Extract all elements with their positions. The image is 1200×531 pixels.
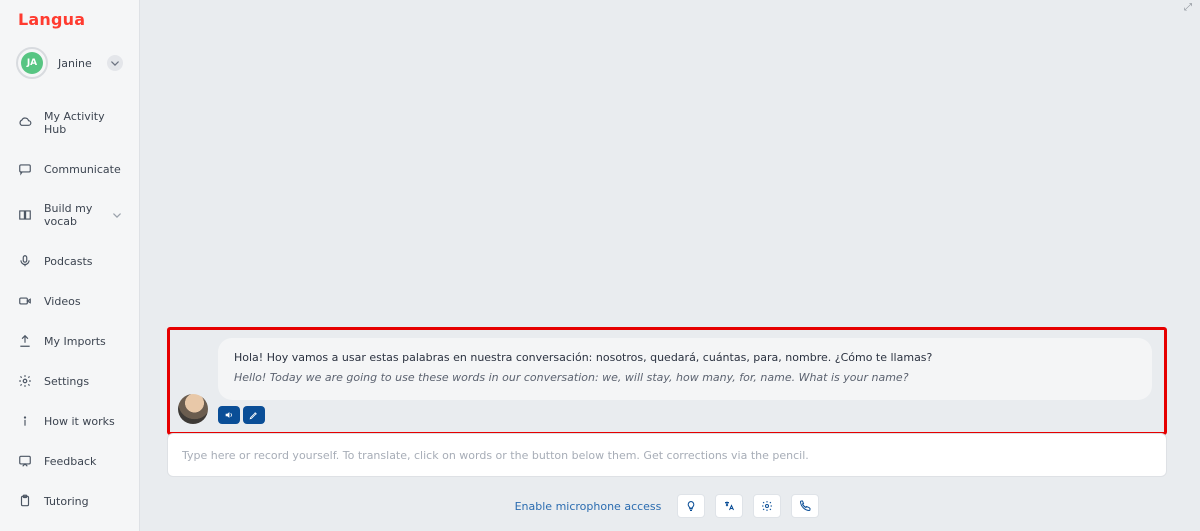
chevron-down-icon [111,61,119,66]
phone-icon [799,500,811,512]
sidebar-nav: My Activity Hub Communicate Build my voc… [0,97,139,521]
sidebar: Langua JA Janine My Activity Hub Communi… [0,0,140,531]
chevron-down-icon [113,213,121,218]
cloud-icon [18,116,32,130]
sidebar-item-communicate[interactable]: Communicate [0,149,139,189]
sidebar-item-label: My Imports [44,335,121,348]
composer-input[interactable] [180,434,1154,476]
avatar-initials: JA [21,52,43,74]
chat-area: Hola! Hoy vamos a usar estas palabras en… [167,327,1167,435]
feedback-icon [18,454,32,468]
correct-button[interactable] [243,406,265,424]
mic-icon [18,254,32,268]
upload-icon [18,334,32,348]
sidebar-item-label: How it works [44,415,121,428]
sidebar-item-label: Podcasts [44,255,121,268]
sidebar-item-label: My Activity Hub [44,110,121,136]
composer[interactable] [167,433,1167,477]
book-icon [18,208,32,222]
lightbulb-icon [685,500,697,512]
window-resize-handle[interactable]: ⤢ [1184,2,1192,13]
translate-icon [723,500,735,512]
profile-name: Janine [58,57,97,70]
sidebar-item-videos[interactable]: Videos [0,281,139,321]
gear-icon [18,374,32,388]
tutor-avatar [178,394,208,424]
gear-icon [761,500,773,512]
message-translation: Hello! Today we are going to use these w… [234,368,1136,388]
sidebar-item-how[interactable]: How it works [0,401,139,441]
profile-menu-toggle[interactable] [107,55,123,71]
bubble-actions [218,406,1152,424]
speak-button[interactable] [218,406,240,424]
sidebar-item-settings[interactable]: Settings [0,361,139,401]
sidebar-item-vocab[interactable]: Build my vocab [0,189,139,241]
sidebar-item-label: Videos [44,295,121,308]
volume-icon [224,410,234,420]
footer-controls: Enable microphone access [167,491,1167,521]
chat-settings-button[interactable] [753,494,781,518]
translate-button[interactable] [715,494,743,518]
sidebar-item-imports[interactable]: My Imports [0,321,139,361]
main-area: ⤢ Hola! Hoy vamos a usar estas palabras … [140,0,1200,531]
sidebar-item-label: Settings [44,375,121,388]
clipboard-icon [18,494,32,508]
sidebar-item-activity[interactable]: My Activity Hub [0,97,139,149]
sidebar-item-label: Tutoring [44,495,121,508]
info-icon [18,414,32,428]
sidebar-item-label: Build my vocab [44,202,101,228]
sidebar-item-label: Communicate [44,163,121,176]
enable-mic-link[interactable]: Enable microphone access [515,500,662,513]
profile-row[interactable]: JA Janine [0,43,139,97]
brand-logo: Langua [0,0,139,43]
hint-button[interactable] [677,494,705,518]
call-button[interactable] [791,494,819,518]
sidebar-item-feedback[interactable]: Feedback [0,441,139,481]
chat-icon [18,162,32,176]
chat-bubble[interactable]: Hola! Hoy vamos a usar estas palabras en… [218,338,1152,400]
pencil-icon [249,410,259,420]
sidebar-item-podcasts[interactable]: Podcasts [0,241,139,281]
avatar: JA [16,47,48,79]
message-native: Hola! Hoy vamos a usar estas palabras en… [234,348,1136,368]
sidebar-item-label: Feedback [44,455,121,468]
video-icon [18,294,32,308]
highlighted-message: Hola! Hoy vamos a usar estas palabras en… [167,327,1167,435]
sidebar-item-tutoring[interactable]: Tutoring [0,481,139,521]
